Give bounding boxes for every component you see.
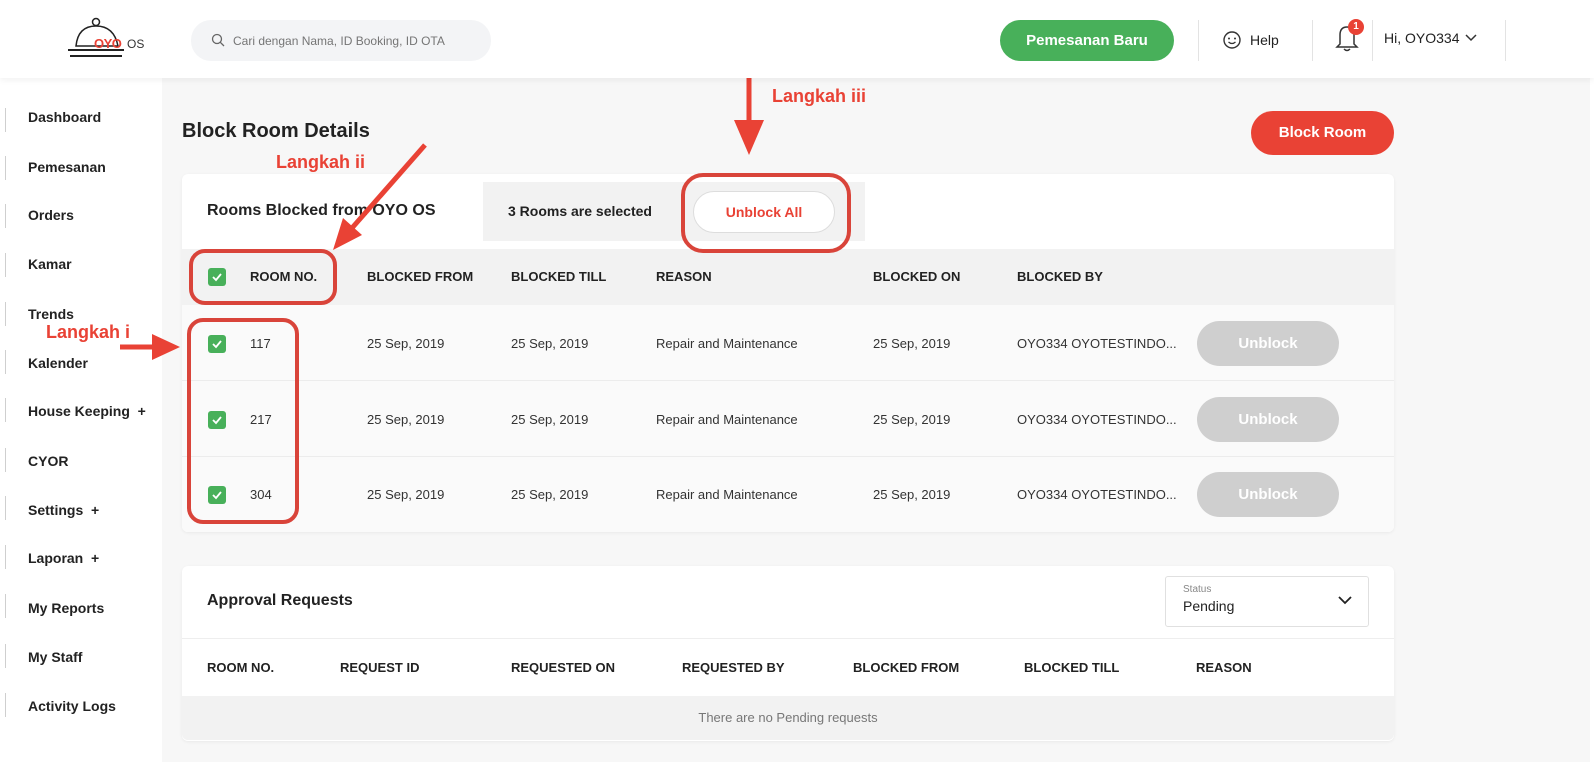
sidebar-item-cyor[interactable]: CYOR — [28, 453, 68, 469]
help-icon — [1223, 31, 1241, 49]
status-value: Pending — [1183, 598, 1235, 614]
search-bar[interactable] — [191, 20, 491, 61]
divider — [1505, 20, 1506, 61]
sidebar-item-orders[interactable]: Orders — [28, 207, 74, 223]
sidebar-marker — [5, 398, 6, 422]
column-header-blocked-till: BLOCKED TILL — [511, 269, 607, 284]
table-row: 304 25 Sep, 2019 25 Sep, 2019 Repair and… — [182, 457, 1394, 532]
sidebar-item-settings[interactable]: Settings + — [28, 502, 99, 518]
column-header-request-id: REQUEST ID — [340, 660, 420, 675]
user-greeting: Hi, OYO334 — [1384, 30, 1460, 46]
sidebar-item-my-staff[interactable]: My Staff — [28, 649, 82, 665]
blocked-till: 25 Sep, 2019 — [511, 336, 589, 351]
sidebar-item-house-keeping[interactable]: House Keeping + — [28, 403, 146, 419]
blocked-by: OYO334 OYOTESTINDO... — [1017, 412, 1177, 427]
top-bar: OYO OS Pemesanan Baru Help 1 Hi, OYO334 — [0, 0, 1594, 78]
status-label: Status — [1183, 584, 1212, 595]
logo-os: OS — [127, 37, 145, 51]
sidebar-item-kamar[interactable]: Kamar — [28, 256, 72, 272]
sidebar-item-dashboard[interactable]: Dashboard — [28, 109, 101, 125]
chevron-down-icon — [1465, 34, 1478, 42]
sidebar-marker — [5, 448, 6, 472]
blocked-by: OYO334 OYOTESTINDO... — [1017, 487, 1177, 502]
reason: Repair and Maintenance — [656, 412, 798, 427]
user-menu[interactable]: Hi, OYO334 — [1384, 30, 1478, 46]
table-header: ROOM NO. BLOCKED FROM BLOCKED TILL REASO… — [182, 249, 1394, 305]
blocked-till: 25 Sep, 2019 — [511, 412, 589, 427]
logo-brand: OYO — [94, 36, 122, 51]
help-label: Help — [1250, 32, 1279, 48]
blocked-till: 25 Sep, 2019 — [511, 487, 589, 502]
annotation-step-3: Langkah iii — [772, 86, 867, 106]
sidebar-marker — [5, 594, 6, 618]
blocked-on: 25 Sep, 2019 — [873, 487, 951, 502]
selected-count: 3 Rooms are selected — [508, 203, 652, 219]
sidebar-marker — [5, 156, 6, 180]
column-header-blocked-till: BLOCKED TILL — [1024, 660, 1120, 675]
column-header-reason: REASON — [656, 269, 712, 284]
sidebar-marker — [5, 545, 6, 569]
oyo-os-logo[interactable]: OYO OS — [60, 16, 150, 64]
sidebar-marker — [5, 644, 6, 668]
annotation-step-1: Langkah i — [46, 322, 131, 342]
blocked-on: 25 Sep, 2019 — [873, 412, 951, 427]
sidebar-marker — [5, 302, 6, 326]
sidebar-item-activity-logs[interactable]: Activity Logs — [28, 698, 116, 714]
annotation-step-2: Langkah ii — [276, 152, 366, 172]
column-header-blocked-from: BLOCKED FROM — [367, 269, 474, 284]
column-header-blocked-from: BLOCKED FROM — [853, 660, 960, 675]
help-button[interactable]: Help — [1222, 28, 1279, 52]
divider — [1372, 20, 1373, 61]
sidebar-item-laporan[interactable]: Laporan + — [28, 550, 99, 566]
blocked-from: 25 Sep, 2019 — [367, 487, 445, 502]
column-header-room-no: ROOM NO. — [207, 660, 275, 675]
sidebar-item-kalender[interactable]: Kalender — [28, 355, 88, 371]
table-row: 217 25 Sep, 2019 25 Sep, 2019 Repair and… — [182, 381, 1394, 457]
approval-requests-title: Approval Requests — [207, 592, 353, 609]
reason: Repair and Maintenance — [656, 487, 798, 502]
unblock-button[interactable]: Unblock — [1197, 321, 1339, 366]
blocked-by: OYO334 OYOTESTINDO... — [1017, 336, 1177, 351]
search-input[interactable] — [233, 30, 483, 51]
sidebar-item-pemesanan[interactable]: Pemesanan — [28, 159, 106, 175]
approval-table-header: ROOM NO. REQUEST ID REQUESTED ON REQUEST… — [182, 638, 1394, 696]
highlight-row-checkboxes — [187, 318, 299, 524]
sidebar-marker — [5, 108, 6, 132]
blocked-rooms-title: Rooms Blocked from OYO OS — [207, 202, 436, 219]
sidebar-marker — [5, 204, 6, 228]
search-icon — [211, 33, 225, 47]
column-header-blocked-on: BLOCKED ON — [873, 269, 961, 284]
page-title: Block Room Details — [182, 120, 370, 142]
column-header-reason: REASON — [1196, 660, 1252, 675]
column-header-blocked-by: BLOCKED BY — [1017, 269, 1103, 284]
notification-badge: 1 — [1348, 19, 1364, 35]
unblock-button[interactable]: Unblock — [1197, 397, 1339, 442]
highlight-unblock-all — [681, 173, 851, 253]
block-room-button[interactable]: Block Room — [1251, 111, 1394, 155]
sidebar-marker — [5, 693, 6, 717]
sidebar-marker — [5, 496, 6, 520]
column-header-requested-by: REQUESTED BY — [682, 660, 785, 675]
new-booking-button[interactable]: Pemesanan Baru — [1000, 20, 1174, 61]
chevron-down-icon — [1338, 596, 1352, 605]
empty-state-message: There are no Pending requests — [182, 696, 1394, 740]
sidebar-marker — [5, 253, 6, 277]
blocked-on: 25 Sep, 2019 — [873, 336, 951, 351]
sidebar-marker — [5, 350, 6, 374]
blocked-from: 25 Sep, 2019 — [367, 412, 445, 427]
table-row: 117 25 Sep, 2019 25 Sep, 2019 Repair and… — [182, 305, 1394, 381]
column-header-requested-on: REQUESTED ON — [511, 660, 616, 675]
sidebar: Dashboard Pemesanan Orders Kamar Trends … — [0, 78, 162, 762]
sidebar-item-my-reports[interactable]: My Reports — [28, 600, 104, 616]
sidebar-item-trends[interactable]: Trends — [28, 306, 74, 322]
reason: Repair and Maintenance — [656, 336, 798, 351]
unblock-button[interactable]: Unblock — [1197, 472, 1339, 517]
highlight-room-no-header — [189, 249, 337, 305]
status-dropdown[interactable]: Status Pending — [1165, 576, 1369, 627]
blocked-from: 25 Sep, 2019 — [367, 336, 445, 351]
divider — [1198, 20, 1199, 61]
divider — [1312, 20, 1313, 61]
